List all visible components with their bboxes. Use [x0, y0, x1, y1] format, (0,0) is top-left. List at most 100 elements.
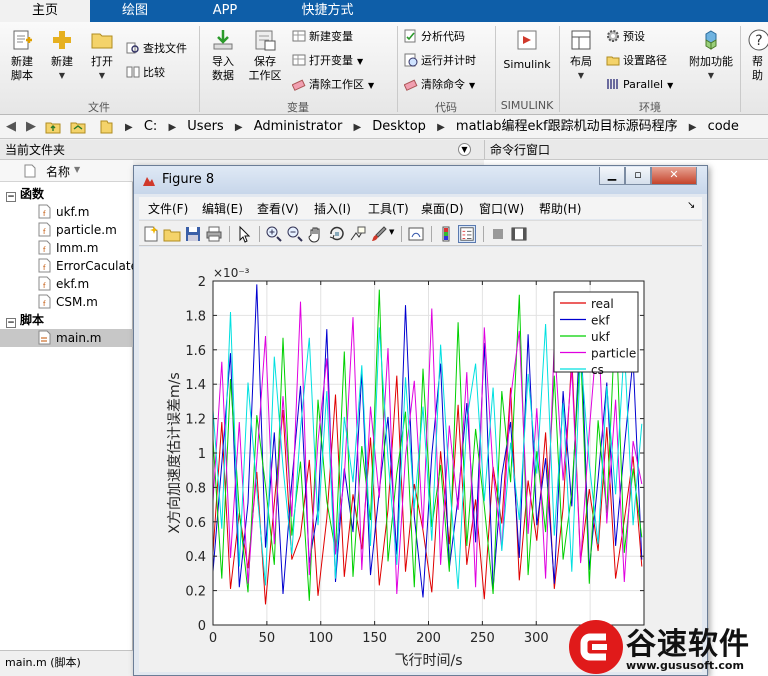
menu-edit[interactable]: 编辑(E) [202, 200, 243, 217]
new-variable-icon [292, 30, 306, 42]
data-cursor-icon[interactable] [349, 225, 367, 243]
chevron-down-icon: ▼ [58, 71, 66, 80]
logo-text: 谷速软件 [626, 627, 750, 662]
help-button[interactable]: ? 帮助 [747, 26, 768, 83]
clear-commands-button[interactable]: 清除命令 ▼ [404, 76, 475, 94]
browse-folder-icon[interactable] [70, 119, 86, 135]
tree-group-functions[interactable]: − 函数 [0, 185, 133, 203]
tab-home[interactable]: 主页 [0, 0, 90, 22]
save-workspace-button[interactable]: 保存 工作区 [245, 26, 285, 83]
pointer-icon[interactable] [235, 225, 253, 243]
link-plot-icon[interactable] [407, 225, 425, 243]
collapse-icon[interactable]: − [6, 318, 16, 328]
plot-axes[interactable]: 05010015020025030035000.20.40.60.811.21.… [139, 247, 702, 672]
chevron-down-icon[interactable]: ▼ [389, 228, 394, 236]
tab-apps[interactable]: APP [180, 0, 270, 22]
close-button[interactable]: ✕ [651, 167, 697, 185]
file-name: main.m [56, 331, 102, 345]
clear-workspace-button[interactable]: 清除工作区 ▼ [292, 76, 374, 94]
minimize-button[interactable]: ▁ [599, 167, 625, 185]
addons-button[interactable]: 附加功能 ▼ [686, 26, 736, 83]
dock-arrow-icon[interactable]: ↘ [687, 200, 695, 211]
parallel-label: Parallel [623, 78, 664, 91]
compare-button[interactable]: 比较 [126, 64, 165, 82]
x-tick-label: 150 [362, 631, 387, 646]
group-label: 函数 [20, 187, 45, 201]
hide-plot-tools-icon[interactable] [489, 225, 507, 243]
toolbar-separator [483, 226, 484, 242]
parallel-button[interactable]: Parallel ▼ [606, 76, 673, 94]
file-item[interactable]: f particle.m [0, 221, 133, 239]
new-variable-button[interactable]: 新建变量 [292, 28, 353, 46]
sort-arrow-icon: ▼ [74, 165, 81, 174]
help-label: 帮助 [752, 55, 763, 82]
name-column-header[interactable]: 名称 ▼ [0, 160, 133, 182]
new-script-button[interactable]: 新建 脚本 [4, 26, 40, 83]
tab-shortcuts[interactable]: 快捷方式 [270, 0, 385, 22]
breadcrumb-item[interactable]: Users [187, 119, 223, 134]
breadcrumb-item[interactable]: C: [144, 119, 157, 134]
menu-view[interactable]: 查看(V) [257, 200, 299, 217]
open-button[interactable]: 打开 ▼ [84, 26, 120, 83]
breadcrumb-item[interactable]: Desktop [372, 119, 426, 134]
print-icon[interactable] [205, 225, 223, 243]
file-item[interactable]: f ErrorCaculate.m [0, 257, 133, 275]
breadcrumb-item[interactable]: Administrator [254, 119, 343, 134]
legend-icon[interactable] [458, 225, 476, 243]
ribbon-separator [740, 26, 741, 112]
brush-icon[interactable] [370, 225, 388, 243]
show-plot-tools-icon[interactable] [510, 225, 528, 243]
maximize-button[interactable]: ▫ [625, 167, 651, 185]
panel-menu-icon[interactable]: ▼ [458, 143, 471, 156]
menu-help[interactable]: 帮助(H) [539, 200, 581, 217]
up-folder-icon[interactable] [45, 119, 61, 135]
colorbar-icon[interactable] [437, 225, 455, 243]
figure-title-bar[interactable]: Figure 8 ▁ ▫ ✕ [134, 166, 707, 194]
m-file-icon: f [38, 240, 51, 255]
rotate-3d-icon[interactable] [328, 225, 346, 243]
open-variable-button[interactable]: 打开变量 ▼ [292, 52, 363, 70]
analyze-code-button[interactable]: 分析代码 [404, 28, 465, 46]
menu-window[interactable]: 窗口(W) [479, 200, 524, 217]
new-figure-icon[interactable] [142, 225, 160, 243]
preferences-button[interactable]: 预设 [606, 28, 645, 46]
file-item-selected[interactable]: main.m [0, 329, 133, 347]
save-workspace-icon [255, 30, 276, 51]
zoom-in-icon[interactable] [265, 225, 283, 243]
file-name: particle.m [56, 223, 117, 237]
file-item[interactable]: f Imm.m [0, 239, 133, 257]
run-and-time-button[interactable]: 运行并计时 [404, 52, 476, 70]
new-button[interactable]: 新建 ▼ [44, 26, 80, 83]
x-tick-label: 300 [524, 631, 549, 646]
find-files-button[interactable]: 查找文件 [126, 40, 187, 58]
breadcrumb-separator-icon: ▶ [437, 122, 445, 133]
collapse-icon[interactable]: − [6, 192, 16, 202]
site-logo: 谷速软件 www.gususoft.com [568, 615, 768, 676]
breadcrumb-item[interactable]: matlab编程ekf跟踪机动目标源码程序 [456, 119, 678, 134]
tree-group-scripts[interactable]: − 脚本 [0, 311, 133, 329]
import-data-button[interactable]: 导入 数据 [204, 26, 242, 83]
save-icon[interactable] [184, 225, 202, 243]
layout-button[interactable]: 布局 ▼ [563, 26, 599, 83]
open-file-icon[interactable] [163, 225, 181, 243]
simulink-button[interactable]: Simulink [501, 26, 553, 72]
zoom-out-icon[interactable] [286, 225, 304, 243]
set-path-button[interactable]: 设置路径 [606, 52, 667, 70]
simulink-label: Simulink [503, 58, 551, 71]
file-item[interactable]: f ukf.m [0, 203, 133, 221]
file-item[interactable]: f CSM.m [0, 293, 133, 311]
forward-arrow-icon[interactable]: ▶ [23, 119, 39, 135]
back-arrow-icon[interactable]: ◀ [3, 119, 19, 135]
layout-icon [571, 30, 591, 50]
group-label: 脚本 [20, 313, 45, 327]
tab-plots[interactable]: 绘图 [90, 0, 180, 22]
menu-desktop[interactable]: 桌面(D) [421, 200, 464, 217]
menu-tools[interactable]: 工具(T) [368, 200, 409, 217]
analyze-code-label: 分析代码 [421, 30, 465, 43]
pan-hand-icon[interactable] [307, 225, 325, 243]
menu-insert[interactable]: 插入(I) [314, 200, 351, 217]
file-item[interactable]: f ekf.m [0, 275, 133, 293]
menu-file[interactable]: 文件(F) [148, 200, 188, 217]
script-file-icon [38, 330, 51, 345]
breadcrumb-item[interactable]: code [708, 119, 739, 134]
